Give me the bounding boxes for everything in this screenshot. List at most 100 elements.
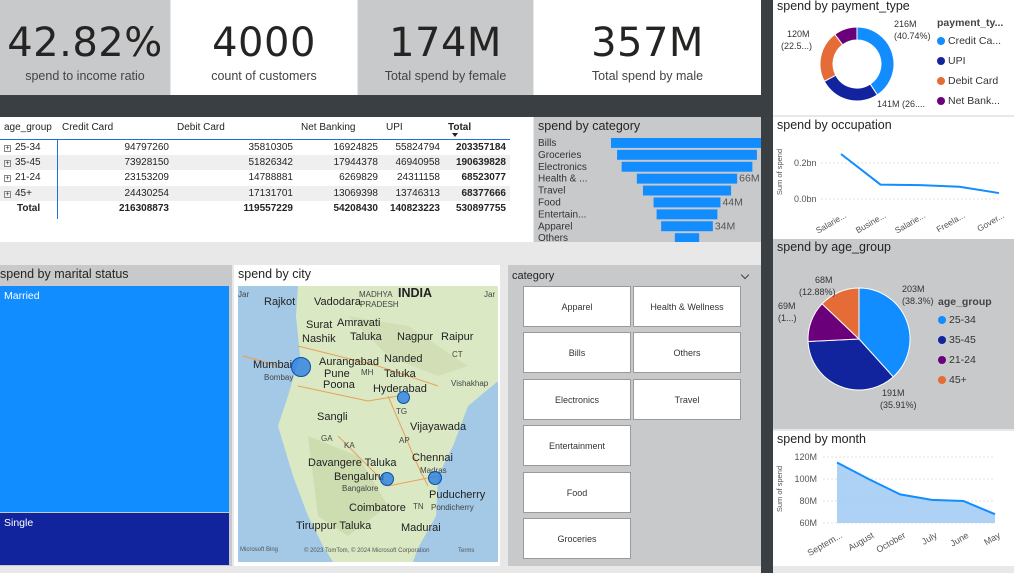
- row-group: 35-45: [15, 156, 41, 168]
- cell: 190639828: [455, 156, 506, 168]
- kpi-label: Total spend by female: [384, 69, 507, 83]
- city-map-visual[interactable]: spend by city INDIA Rajkot Vadodara MADH…: [234, 265, 500, 566]
- map-bubble-bengaluru[interactable]: [380, 472, 394, 486]
- map-label: Taluka: [350, 331, 382, 343]
- area-fill: [837, 462, 995, 523]
- funnel-bar[interactable]: [621, 161, 753, 172]
- map-bubble-hyderabad[interactable]: [397, 391, 410, 404]
- cell: 216308873: [118, 203, 169, 215]
- category-funnel-visual[interactable]: spend by category Bills Groceries Electron…: [534, 117, 761, 242]
- category-axis-label: Bills: [538, 138, 556, 149]
- cell: 17944378: [333, 156, 379, 168]
- map-label: Bangalore: [342, 484, 379, 493]
- slicer-tile[interactable]: Bills: [523, 332, 631, 373]
- legend-item[interactable]: Credit Ca...: [937, 35, 1001, 47]
- cell: 119557229: [243, 203, 293, 215]
- map-canvas[interactable]: INDIA Rajkot Vadodara MADHYA PRADESH Sur…: [238, 286, 498, 562]
- expand-icon[interactable]: +: [4, 190, 11, 198]
- map-label: TN: [413, 502, 424, 511]
- table-row[interactable]: +21-24 23153209 14788881 6269829 2431115…: [0, 170, 510, 186]
- chevron-down-icon[interactable]: [740, 270, 750, 280]
- expand-icon[interactable]: +: [4, 159, 11, 167]
- table-row[interactable]: +35-45 73928150 51826342 17944378 469409…: [0, 154, 510, 171]
- map-brand-logo: Microsoft Bing: [240, 547, 279, 553]
- row-header[interactable]: +35-45: [0, 155, 58, 171]
- slicer-tile[interactable]: Apparel: [523, 286, 631, 327]
- slicer-tile[interactable]: Food: [523, 472, 631, 513]
- row-header[interactable]: +25-34: [0, 139, 58, 155]
- line-series[interactable]: [840, 153, 1000, 195]
- legend-item[interactable]: 35-45: [938, 334, 976, 346]
- month-area-visual[interactable]: spend by month Sum of spend 120M 100M 80M 60…: [773, 431, 1014, 566]
- cell: 14788881: [248, 172, 294, 184]
- matrix-table[interactable]: age_group Credit Card Debit Card Net Ban…: [0, 117, 510, 217]
- map-label: Taluka: [384, 368, 416, 380]
- data-label: 216M: [894, 19, 917, 29]
- column-header[interactable]: Debit Card: [173, 117, 297, 140]
- column-header[interactable]: Credit Card: [58, 117, 173, 140]
- funnel-bar[interactable]: [661, 221, 713, 232]
- category-axis-label: Health & ...: [538, 174, 587, 185]
- funnel-bar[interactable]: [642, 185, 732, 196]
- table-row[interactable]: +45+ 24430254 17131701 13069398 13746313…: [0, 185, 510, 202]
- slicer-tile[interactable]: Groceries: [523, 518, 631, 559]
- map-label: Jar: [238, 290, 250, 299]
- sort-arrow-icon[interactable]: [452, 133, 458, 137]
- legend-item[interactable]: 25-34: [938, 314, 976, 326]
- map-label: Nanded: [384, 353, 423, 365]
- column-header[interactable]: Net Banking: [297, 117, 382, 140]
- y-tick-label: 60M: [799, 518, 817, 528]
- column-header[interactable]: UPI: [382, 117, 444, 140]
- legend-item[interactable]: Net Bank...: [937, 95, 1000, 107]
- map-bubble-mumbai[interactable]: [291, 357, 311, 377]
- slicer-tile[interactable]: Entertainment: [523, 425, 631, 466]
- occupation-line-chart[interactable]: Sum of spend 0.2bn 0.0bn Salarie... Busine..…: [773, 117, 1014, 239]
- legend-item[interactable]: 45+: [938, 374, 967, 386]
- map-label: GA: [321, 434, 333, 443]
- funnel-bar[interactable]: [636, 173, 738, 184]
- funnel-bar[interactable]: [656, 209, 718, 220]
- expand-icon[interactable]: +: [4, 175, 11, 183]
- cell: 24430254: [124, 187, 170, 199]
- y-axis-title: Sum of spend: [775, 149, 784, 195]
- legend-item[interactable]: Debit Card: [937, 75, 998, 87]
- funnel-chart[interactable]: BillsGroceriesElectronicsHealth & ...Tra…: [534, 117, 761, 242]
- marital-treemap-visual[interactable]: spend by marital status Married Single: [0, 265, 232, 566]
- treemap-tile-single[interactable]: Single: [0, 513, 229, 565]
- legend-item[interactable]: UPI: [937, 55, 966, 67]
- treemap-tile-married[interactable]: Married: [0, 286, 229, 512]
- pie-slice[interactable]: [819, 33, 844, 82]
- separator-bar-side: [761, 0, 773, 573]
- category-slicer[interactable]: category Apparel Health & Wellness Bills…: [508, 265, 761, 566]
- map-bubble-chennai[interactable]: [428, 471, 442, 485]
- slicer-tile[interactable]: Others: [633, 332, 741, 373]
- expand-icon[interactable]: +: [4, 144, 11, 152]
- slicer-tile[interactable]: Travel: [633, 379, 741, 420]
- pie-slice[interactable]: [823, 74, 879, 102]
- slicer-tile[interactable]: Health & Wellness: [633, 286, 741, 327]
- age-pie-visual[interactable]: spend by age_group age_group 25-34 35-45…: [773, 239, 1014, 429]
- table-row[interactable]: +25-34 94797260 35810305 16924825 558247…: [0, 139, 510, 155]
- legend-item[interactable]: 21-24: [938, 354, 976, 366]
- funnel-bar[interactable]: [674, 233, 700, 242]
- legend-swatch: [937, 77, 945, 86]
- y-tick-label: 120M: [794, 452, 817, 462]
- funnel-bar[interactable]: [653, 197, 721, 208]
- x-tick-label: June: [948, 530, 970, 548]
- month-area-chart[interactable]: Sum of spend 120M 100M 80M 60M Septem... Augus…: [773, 431, 1014, 566]
- map-terms-link[interactable]: Terms: [458, 548, 474, 554]
- funnel-bar[interactable]: [611, 138, 761, 148]
- payment-donut-visual[interactable]: spend by payment_type payment_ty... Cred…: [773, 0, 1014, 115]
- legend-swatch: [938, 316, 946, 325]
- map-label: INDIA: [398, 286, 433, 300]
- occupation-line-visual[interactable]: spend by occupation Sum of spend 0.2bn 0.0…: [773, 117, 1014, 239]
- visual-title: spend by marital status: [0, 267, 129, 281]
- matrix-visual[interactable]: age_group Credit Card Debit Card Net Ban…: [0, 117, 533, 242]
- row-header[interactable]: +21-24: [0, 170, 58, 186]
- column-header[interactable]: age_group: [0, 117, 58, 140]
- row-header[interactable]: +45+: [0, 186, 58, 202]
- pie-slice[interactable]: [856, 26, 895, 96]
- slicer-tile[interactable]: Electronics: [523, 379, 631, 420]
- funnel-bar[interactable]: [617, 149, 757, 160]
- table-total-row[interactable]: Total 216308873 119557229 54208430 14082…: [0, 201, 510, 217]
